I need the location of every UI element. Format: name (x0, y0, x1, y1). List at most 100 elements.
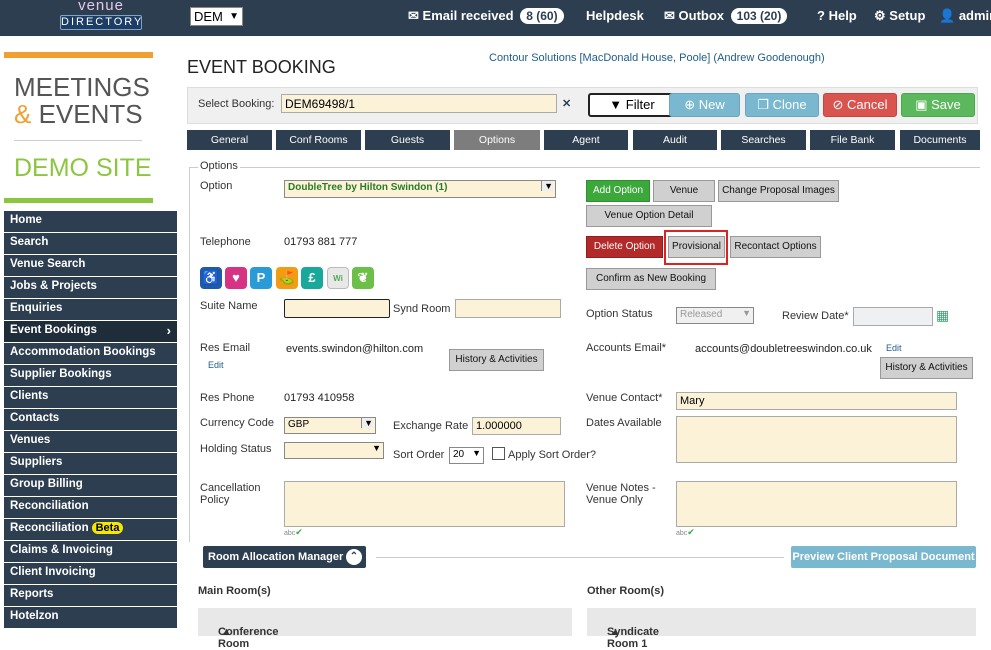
sort-order-label: Sort Order (393, 449, 445, 461)
recontact-options-button[interactable]: Recontact Options (730, 236, 821, 258)
sidebar-item-claims-invoicing[interactable]: Claims & Invoicing (4, 541, 177, 562)
conference-room-row[interactable]: Conference Room ▲ (198, 608, 572, 650)
option-status-label: Option Status (586, 308, 653, 320)
clear-booking-icon[interactable]: ✕ (562, 97, 571, 110)
spellcheck-icon[interactable]: abc✔ (284, 527, 303, 538)
sidebar-item-event-bookings[interactable]: Event Bookings › (4, 321, 177, 342)
save-label: Save (931, 97, 961, 112)
tab-documents[interactable]: Documents (900, 130, 980, 150)
clone-button[interactable]: ❐ Clone (745, 93, 819, 117)
cancel-button[interactable]: ⊘ Cancel (823, 93, 897, 117)
sort-order-select[interactable]: 20 ▼ (449, 447, 484, 464)
sidebar-item-suppliers[interactable]: Suppliers (4, 453, 177, 474)
user-icon: 👤 (939, 8, 956, 23)
admin-link[interactable]: 👤 admin (939, 8, 991, 24)
sidebar-item-reconciliation[interactable]: Reconciliation (4, 497, 177, 518)
accounts-history-activities-button[interactable]: History & Activities (880, 357, 973, 379)
sidebar-item-venues[interactable]: Venues (4, 431, 177, 452)
sidebar-item-label: Suppliers (10, 456, 63, 468)
accounts-email-edit-link[interactable]: Edit (886, 343, 902, 353)
option-status-select[interactable]: Released ▼ (676, 307, 754, 324)
save-button[interactable]: ▣ Save (901, 93, 975, 117)
sidebar-item-reports[interactable]: Reports (4, 585, 177, 606)
sidebar-item-accommodation-bookings[interactable]: Accommodation Bookings (4, 343, 177, 364)
spellcheck-label: abc (284, 530, 296, 537)
logo-line2: DIRECTORY (60, 15, 144, 30)
brand-events: EVENTS (38, 99, 143, 129)
filter-button[interactable]: ▼ Filter (588, 93, 676, 117)
suite-name-label: Suite Name (200, 300, 258, 312)
confirm-new-booking-button[interactable]: Confirm as New Booking (586, 268, 716, 290)
tab-options[interactable]: Options (454, 130, 540, 150)
provisional-button[interactable]: Provisional (668, 236, 725, 258)
company-select-value: DEM (194, 9, 223, 24)
option-select[interactable]: DoubleTree by Hilton Swindon (1) ▼ (284, 180, 556, 198)
venue-option-detail-button[interactable]: Venue Option Detail (586, 205, 712, 227)
sidebar-item-label: Reconciliation (10, 522, 89, 534)
sidebar-item-home[interactable]: Home (4, 211, 177, 232)
venue-contact-input[interactable]: Mary (676, 392, 957, 410)
setup-link[interactable]: ⚙ Setup (874, 8, 925, 24)
sidebar-item-clients[interactable]: Clients (4, 387, 177, 408)
sidebar-item-supplier-bookings[interactable]: Supplier Bookings (4, 365, 177, 386)
chevron-right-icon: › (166, 323, 171, 338)
review-date-input[interactable] (853, 307, 933, 326)
help-link[interactable]: ? Help (817, 8, 857, 23)
select-booking-input[interactable]: DEM69498/1 (281, 94, 557, 113)
email-received-link[interactable]: ✉ Email received 8 (60) (408, 8, 564, 24)
sidebar-item-search[interactable]: Search (4, 233, 177, 254)
res-email-edit-link[interactable]: Edit (208, 360, 224, 370)
room-allocation-manager-button[interactable]: Room Allocation Manager ⌃ (203, 546, 366, 568)
tab-agent[interactable]: Agent (544, 130, 628, 150)
tab-audit[interactable]: Audit (633, 130, 717, 150)
gear-icon: ⚙ (874, 8, 886, 23)
plus-circle-icon: ⊕ (684, 97, 696, 112)
apply-sort-order-checkbox[interactable] (492, 447, 505, 460)
calendar-icon[interactable]: ▦ (936, 307, 949, 324)
sidebar-item-contacts[interactable]: Contacts (4, 409, 177, 430)
venue-notes-label-line1: Venue Notes - (586, 482, 656, 494)
outbox-link[interactable]: ✉ Outbox 103 (20) (664, 8, 788, 24)
synd-room-input[interactable] (455, 299, 561, 318)
sidebar-item-venue-search[interactable]: Venue Search (4, 255, 177, 276)
exchange-rate-label: Exchange Rate (393, 420, 469, 432)
helpdesk-link[interactable]: Helpdesk (586, 8, 644, 23)
currency-code-select[interactable]: GBP ▼ (284, 417, 376, 434)
sort-order-value: 20 (453, 449, 465, 460)
tab-general[interactable]: General (187, 130, 272, 150)
review-date-label: Review Date* (782, 310, 849, 322)
change-proposal-images-button[interactable]: Change Proposal Images (718, 180, 839, 202)
tab-searches[interactable]: Searches (721, 130, 806, 150)
exchange-rate-input[interactable]: 1.000000 (472, 417, 561, 435)
sidebar-item-client-invoicing[interactable]: Client Invoicing (4, 563, 177, 584)
holding-status-select[interactable]: ▼ (284, 442, 384, 459)
sidebar-item-jobs-projects[interactable]: Jobs & Projects (4, 277, 177, 298)
company-info-link[interactable]: Contour Solutions [MacDonald House, Pool… (489, 52, 825, 64)
sidebar-item-reconciliation-beta[interactable]: Reconciliation Beta (4, 519, 177, 540)
sidebar-item-hotelzon[interactable]: Hotelzon (4, 607, 177, 628)
res-history-activities-button[interactable]: History & Activities (449, 349, 544, 371)
syndicate-room-row[interactable]: Syndicate Room 1 ▲ (587, 608, 976, 650)
venue-button[interactable]: Venue (653, 180, 715, 202)
tab-conf-rooms[interactable]: Conf Rooms (276, 130, 361, 150)
cancellation-policy-textarea[interactable] (284, 481, 565, 527)
venue-notes-label: Venue Notes - Venue Only (586, 482, 656, 506)
tab-file-bank[interactable]: File Bank (810, 130, 895, 150)
venue-directory-logo[interactable]: venue DIRECTORY (60, 0, 142, 32)
preview-client-proposal-button[interactable]: Preview Client Proposal Document (791, 546, 976, 568)
sidebar-item-enquiries[interactable]: Enquiries (4, 299, 177, 320)
suite-name-input[interactable] (284, 299, 390, 318)
company-select[interactable]: DEM ▼ (190, 7, 243, 26)
sidebar-item-label: Search (10, 236, 49, 248)
dates-available-textarea[interactable] (676, 416, 957, 463)
brand-divider (14, 140, 142, 141)
venue-notes-textarea[interactable] (676, 481, 957, 527)
hearts-icon: ♥ (225, 267, 247, 289)
sidebar-item-group-billing[interactable]: Group Billing (4, 475, 177, 496)
new-button[interactable]: ⊕ New (669, 93, 740, 117)
tab-guests[interactable]: Guests (365, 130, 450, 150)
delete-option-button[interactable]: Delete Option (586, 236, 663, 258)
spellcheck-icon[interactable]: abc✔ (676, 527, 695, 538)
help-label: Help (828, 8, 857, 23)
add-option-button[interactable]: Add Option (586, 180, 650, 202)
